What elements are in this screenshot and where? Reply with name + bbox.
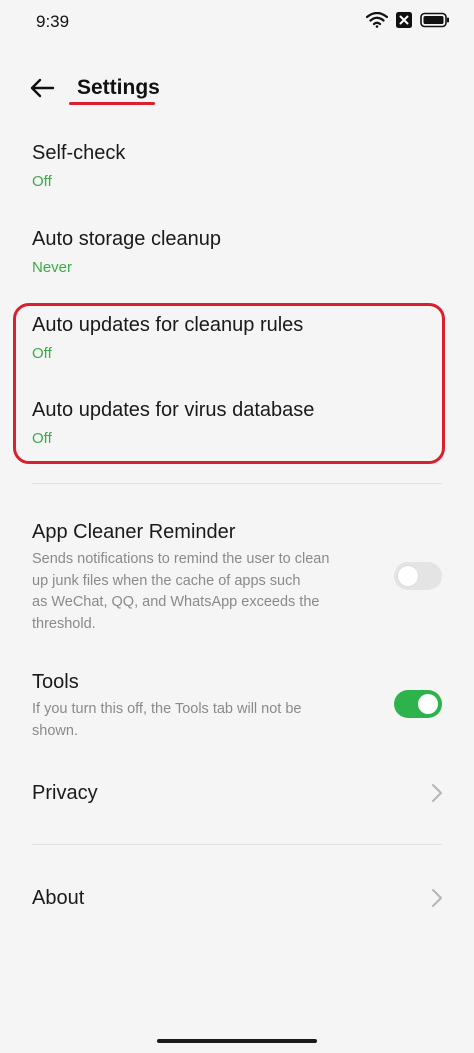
app-cleaner-reminder-title: App Cleaner Reminder — [32, 521, 236, 543]
auto-updates-virus-database-value: Off — [32, 430, 52, 447]
self-check-title: Self-check — [32, 142, 126, 164]
page-title: Settings — [77, 76, 160, 99]
toggle-knob — [418, 694, 438, 714]
description-line: If you turn this off, the Tools tab will… — [32, 701, 302, 717]
tools-toggle[interactable] — [394, 690, 442, 718]
app-cleaner-reminder-toggle[interactable] — [394, 562, 442, 590]
status-bar: 9:39 — [0, 0, 474, 44]
chevron-right-icon — [430, 782, 444, 804]
battery-icon — [420, 12, 450, 33]
chevron-right-icon — [430, 887, 444, 909]
tools-description: If you turn this off, the Tools tab will… — [32, 699, 368, 742]
self-check-row[interactable]: Self-check Off — [32, 140, 446, 192]
auto-updates-virus-database-title: Auto updates for virus database — [32, 399, 315, 421]
about-row[interactable]: About — [32, 885, 446, 911]
title-highlight-underline — [69, 102, 155, 105]
arrow-left-icon — [29, 78, 55, 103]
close-box-icon — [396, 12, 412, 33]
description-line: Sends notifications to remind the user t… — [32, 551, 330, 567]
wifi-icon — [365, 11, 389, 33]
auto-storage-cleanup-row[interactable]: Auto storage cleanup Never — [32, 226, 446, 278]
privacy-row[interactable]: Privacy — [32, 780, 446, 806]
privacy-title: Privacy — [32, 782, 98, 804]
description-line: up junk files when the cache of apps suc… — [32, 572, 301, 589]
description-line: as WeChat, QQ, and WhatsApp exceeds the — [32, 594, 320, 610]
app-cleaner-reminder-row[interactable]: App Cleaner Reminder Sends notifications… — [32, 519, 446, 635]
auto-updates-cleanup-rules-value: Off — [32, 345, 52, 362]
header: Settings — [0, 66, 474, 114]
auto-updates-virus-database-row[interactable]: Auto updates for virus database Off — [32, 397, 446, 449]
auto-updates-cleanup-rules-title: Auto updates for cleanup rules — [32, 314, 304, 336]
back-button[interactable] — [24, 72, 60, 108]
status-icons — [365, 11, 450, 33]
auto-storage-cleanup-value: Never — [32, 259, 73, 276]
about-title: About — [32, 887, 85, 909]
app-cleaner-reminder-description: Sends notifications to remind the user t… — [32, 549, 368, 635]
description-line: shown. — [32, 722, 78, 739]
tools-title: Tools — [32, 671, 79, 693]
auto-storage-cleanup-title: Auto storage cleanup — [32, 228, 222, 250]
status-time: 9:39 — [36, 12, 70, 31]
toggle-knob — [398, 566, 418, 586]
divider — [32, 844, 442, 845]
home-indicator[interactable] — [157, 1039, 317, 1043]
divider — [32, 483, 442, 484]
tools-row[interactable]: Tools If you turn this off, the Tools ta… — [32, 669, 446, 742]
auto-updates-cleanup-rules-row[interactable]: Auto updates for cleanup rules Off — [32, 312, 446, 364]
self-check-value: Off — [32, 173, 52, 190]
description-line: threshold. — [32, 615, 96, 632]
